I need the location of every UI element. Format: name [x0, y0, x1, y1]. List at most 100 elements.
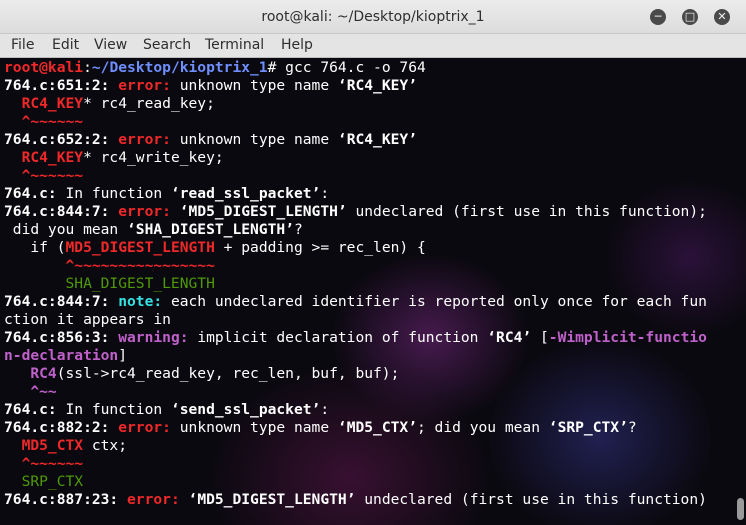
terminal-line: ction it appears in — [4, 311, 707, 329]
terminal-segment: ^~~~~~~~~~~~~~~~~ — [4, 257, 215, 274]
terminal-line: MD5_CTX ctx; — [4, 437, 707, 455]
terminal-line: 764.c:882:2: error: unknown type name ‘M… — [4, 419, 707, 437]
terminal-segment: ? — [293, 221, 303, 238]
terminal-segment: error: — [118, 131, 180, 148]
terminal-segment: : — [320, 401, 330, 418]
terminal-segment: 764.c:844:7: — [4, 203, 119, 220]
terminal-segment: RC4 — [4, 365, 57, 382]
terminal-line: RC4_KEY* rc4_read_key; — [4, 95, 707, 113]
terminal-segment: ; did you mean — [416, 419, 549, 436]
terminal-segment: 764.c: — [4, 185, 57, 202]
terminal-segment: warning: — [118, 329, 198, 346]
terminal-segment: if ( — [4, 239, 66, 256]
terminal-segment: ? — [627, 419, 637, 436]
menu-view[interactable]: View — [94, 37, 127, 53]
terminal-segment: In function — [56, 401, 171, 418]
terminal-segment: : — [83, 59, 92, 76]
terminal-line: 764.c:651:2: error: unknown type name ‘R… — [4, 77, 707, 95]
menu-edit[interactable]: Edit — [52, 37, 79, 53]
terminal-segment: error: — [118, 77, 180, 94]
terminal-segment: MD5_DIGEST_LENGTH — [65, 239, 215, 256]
terminal-line: ^~~~~~~ — [4, 167, 707, 185]
terminal-segment: (ssl->rc4_read_key, rec_len, buf, buf); — [56, 365, 400, 382]
terminal-segment: ‘MD5_DIGEST_LENGTH’ — [188, 491, 356, 508]
terminal-segment: unknown type name — [179, 131, 338, 148]
menu-bar: File Edit View Search Terminal Help — [0, 34, 746, 58]
terminal-scrollbar[interactable] — [734, 58, 746, 525]
terminal-segment: 764.c: — [4, 401, 57, 418]
terminal-segment: 764.c:887:23: — [4, 491, 128, 508]
terminal-segment: RC4_KEY — [4, 149, 84, 166]
terminal-segment: ‘RC4’ — [487, 329, 532, 346]
terminal-segment: ^~~ — [4, 383, 57, 400]
menu-terminal[interactable]: Terminal — [205, 37, 264, 53]
terminal-segment: ^~~~~~~ — [4, 455, 84, 472]
terminal-segment: [ — [531, 329, 549, 346]
minimize-button[interactable]: ─ — [650, 9, 666, 25]
terminal-line: n-declaration] — [4, 347, 707, 365]
terminal-segment: SHA_DIGEST_LENGTH — [4, 275, 215, 292]
terminal-segment: # gcc 764.c -o 764 — [267, 59, 426, 76]
terminal-segment: 764.c:844:7: — [4, 293, 119, 310]
terminal-segment: ‘RC4_KEY’ — [337, 131, 417, 148]
terminal-segment: 764.c:856:3: — [4, 329, 119, 346]
menu-help[interactable]: Help — [281, 37, 313, 53]
terminal-line: SHA_DIGEST_LENGTH — [4, 275, 707, 293]
terminal-segment: ‘RC4_KEY’ — [337, 77, 417, 94]
close-button[interactable]: ✕ — [714, 9, 730, 25]
terminal-segment: undeclared (first use in this function); — [346, 203, 707, 220]
terminal-line: ^~~~~~~~~~~~~~~~~ — [4, 257, 707, 275]
terminal-line: if (MD5_DIGEST_LENGTH + padding >= rec_l… — [4, 239, 707, 257]
terminal-line: root@kali:~/Desktop/kioptrix_1# gcc 764.… — [4, 59, 707, 77]
terminal-segment: * rc4_read_key; — [83, 95, 215, 112]
terminal-segment: ‘send_ssl_packet’ — [170, 401, 321, 418]
terminal-line: 764.c: In function ‘read_ssl_packet’: — [4, 185, 707, 203]
terminal-segment: n-declaration — [4, 347, 119, 364]
terminal-segment: note: — [118, 293, 171, 310]
terminal-line: 764.c: In function ‘send_ssl_packet’: — [4, 401, 707, 419]
terminal-output[interactable]: root@kali:~/Desktop/kioptrix_1# gcc 764.… — [0, 58, 746, 525]
terminal-segment: RC4_KEY — [4, 95, 84, 112]
title-bar[interactable]: root@kali: ~/Desktop/kioptrix_1 ─ □ ✕ — [0, 0, 746, 34]
terminal-segment: 764.c:652:2: — [4, 131, 119, 148]
window-title: root@kali: ~/Desktop/kioptrix_1 — [261, 9, 485, 25]
terminal-segment: : — [320, 185, 330, 202]
terminal-segment: error: — [127, 491, 189, 508]
terminal-segment: In function — [56, 185, 171, 202]
terminal-segment: ‘MD5_CTX’ — [337, 419, 417, 436]
terminal-line: ^~~~~~~ — [4, 113, 707, 131]
terminal-segment: ‘read_ssl_packet’ — [170, 185, 321, 202]
terminal-segment: did you mean — [4, 221, 128, 238]
terminal-window: root@kali: ~/Desktop/kioptrix_1 ─ □ ✕ Fi… — [0, 0, 746, 525]
terminal-line: 764.c:844:7: note: each undeclared ident… — [4, 293, 707, 311]
terminal-segment: 764.c:882:2: — [4, 419, 119, 436]
terminal-segment: ctx; — [83, 437, 128, 454]
terminal-segment: root@kali — [4, 59, 84, 76]
terminal-segment: ‘SHA_DIGEST_LENGTH’ — [127, 221, 294, 238]
terminal-line: 764.c:887:23: error: ‘MD5_DIGEST_LENGTH’… — [4, 491, 707, 509]
terminal-segment: * rc4_write_key; — [83, 149, 224, 166]
terminal-segment: ‘SRP_CTX’ — [548, 419, 628, 436]
terminal-segment: + padding >= rec_len) { — [214, 239, 426, 256]
terminal-line: ^~~~~~~ — [4, 455, 707, 473]
terminal-segment: -Wimplicit-functio — [548, 329, 707, 346]
terminal-segment: unknown type name — [179, 77, 338, 94]
terminal-segment: 764.c:651:2: — [4, 77, 119, 94]
terminal-segment: MD5_CTX — [4, 437, 84, 454]
terminal-text: root@kali:~/Desktop/kioptrix_1# gcc 764.… — [4, 59, 707, 509]
menu-file[interactable]: File — [11, 37, 34, 53]
terminal-segment: undeclared (first use in this function) — [355, 491, 707, 508]
terminal-line: SRP_CTX — [4, 473, 707, 491]
terminal-segment: ‘MD5_DIGEST_LENGTH’ — [179, 203, 347, 220]
menu-search[interactable]: Search — [143, 37, 191, 53]
scrollbar-thumb[interactable] — [737, 498, 744, 520]
terminal-segment: ction it appears in — [4, 311, 171, 328]
terminal-line: did you mean ‘SHA_DIGEST_LENGTH’? — [4, 221, 707, 239]
terminal-segment: ~/Desktop/kioptrix_1 — [91, 59, 268, 76]
terminal-line: 764.c:844:7: error: ‘MD5_DIGEST_LENGTH’ … — [4, 203, 707, 221]
maximize-button[interactable]: □ — [682, 9, 698, 25]
terminal-segment: ^~~~~~~ — [4, 167, 84, 184]
terminal-line: RC4(ssl->rc4_read_key, rec_len, buf, buf… — [4, 365, 707, 383]
terminal-segment: each undeclared identifier is reported o… — [170, 293, 707, 310]
terminal-line: 764.c:856:3: warning: implicit declarati… — [4, 329, 707, 347]
